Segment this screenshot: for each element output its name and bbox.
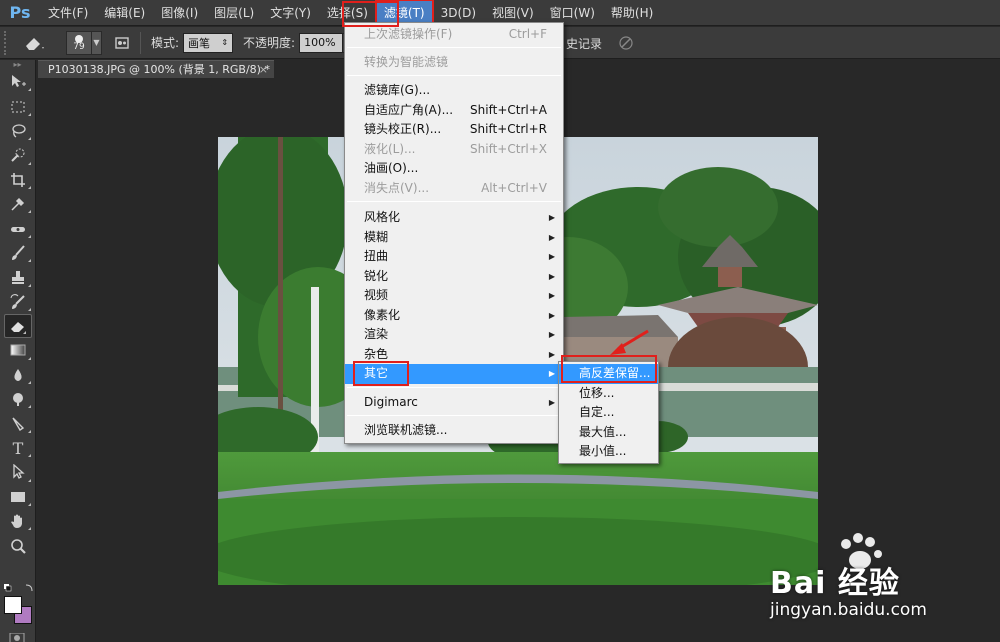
minimum-item[interactable]: 最小值... xyxy=(559,442,658,462)
opacity-label: 不透明度: xyxy=(243,36,296,50)
maximum-item[interactable]: 最大值... xyxy=(559,423,658,443)
opacity-value: 100% xyxy=(304,36,336,49)
toolbar-collapse-icon[interactable]: ▸▸ xyxy=(0,60,35,70)
noise-item[interactable]: 杂色 ▶ xyxy=(345,345,563,365)
quick-mask-icon[interactable] xyxy=(8,632,28,642)
lens-correction-item[interactable]: 镜头校正(R)... Shift+Ctrl+R xyxy=(345,120,563,140)
watermark-brand: Bai 经验 xyxy=(770,566,900,601)
oil-paint-item[interactable]: 油画(O)... xyxy=(345,159,563,179)
pen-tool-icon[interactable] xyxy=(0,411,36,435)
other-submenu: 高反差保留... 位移... 自定... 最大值... 最小值... xyxy=(558,361,659,464)
brush-tool-icon[interactable] xyxy=(0,241,36,265)
menu-separator xyxy=(347,387,561,388)
video-item[interactable]: 视频 ▶ xyxy=(345,286,563,306)
move-tool-icon[interactable] xyxy=(0,70,36,94)
type-tool-icon[interactable]: T xyxy=(0,436,36,460)
eraser-tool-icon[interactable] xyxy=(4,313,32,339)
vanishing-point-item[interactable]: 消失点(V)... Alt+Ctrl+V xyxy=(345,179,563,199)
blur-tool-icon[interactable] xyxy=(0,363,36,387)
blur-item[interactable]: 模糊 ▶ xyxy=(345,228,563,248)
last-filter-item[interactable]: 上次滤镜操作(F) Ctrl+F xyxy=(345,25,563,45)
options-divider xyxy=(140,31,141,54)
gradient-tool-icon[interactable] xyxy=(0,338,36,362)
zoom-tool-icon[interactable] xyxy=(0,533,36,557)
render-item[interactable]: 渲染 ▶ xyxy=(345,325,563,345)
filter-gallery-item[interactable]: 滤镜库(G)... xyxy=(345,81,563,101)
opacity-input[interactable]: 100% xyxy=(299,32,344,53)
brush-dropdown-arrow[interactable]: ▼ xyxy=(92,30,102,55)
eraser-preset-icon[interactable] xyxy=(14,31,54,55)
submenu-arrow-icon: ▶ xyxy=(548,330,555,339)
distort-item[interactable]: 扭曲 ▶ xyxy=(345,247,563,267)
brush-tip-icon xyxy=(75,34,83,43)
mode-value: 画笔 xyxy=(188,36,211,50)
erase-to-history-label[interactable]: 史记录 xyxy=(566,35,602,52)
menu-file[interactable]: 文件(F) xyxy=(40,0,96,26)
submenu-arrow-icon: ▶ xyxy=(548,350,555,359)
menu-help[interactable]: 帮助(H) xyxy=(603,0,661,26)
crop-tool-icon[interactable] xyxy=(0,168,36,192)
liquify-item[interactable]: 液化(L)... Shift+Ctrl+X xyxy=(345,140,563,160)
history-brush-tool-icon[interactable] xyxy=(0,290,36,314)
pixelate-item[interactable]: 像素化 ▶ xyxy=(345,306,563,326)
document-tab-title: P1030138.JPG @ 100% (背景 1, RGB/8) * xyxy=(48,63,270,76)
mode-select[interactable]: 画笔 ⇕ xyxy=(183,32,234,53)
stylize-item[interactable]: 风格化 ▶ xyxy=(345,208,563,228)
eyedropper-tool-icon[interactable] xyxy=(0,192,36,216)
mode-label: 模式: xyxy=(151,36,180,50)
digimarc-item[interactable]: Digimarc ▶ xyxy=(345,393,563,413)
marquee-tool-icon[interactable] xyxy=(0,94,36,118)
submenu-arrow-icon: ▶ xyxy=(548,369,555,378)
submenu-arrow-icon: ▶ xyxy=(548,213,555,222)
document-tab[interactable]: P1030138.JPG @ 100% (背景 1, RGB/8) * × xyxy=(38,60,274,78)
menu-separator xyxy=(347,75,561,76)
tools-panel: ▸▸ T xyxy=(0,60,36,642)
dodge-tool-icon[interactable] xyxy=(0,387,36,411)
menu-layer[interactable]: 图层(L) xyxy=(206,0,262,26)
menu-type[interactable]: 文字(Y) xyxy=(262,0,319,26)
brush-panel-icon[interactable] xyxy=(110,31,134,55)
submenu-arrow-icon: ▶ xyxy=(548,233,555,242)
default-colors-icon[interactable] xyxy=(2,582,36,596)
watermark-url: jingyan.baidu.com xyxy=(770,600,927,620)
submenu-arrow-icon: ▶ xyxy=(548,311,555,320)
hand-tool-icon[interactable] xyxy=(0,509,36,533)
pressure-icon[interactable] xyxy=(614,31,638,55)
high-pass-item[interactable]: 高反差保留... xyxy=(559,364,658,384)
menu-edit[interactable]: 编辑(E) xyxy=(96,0,153,26)
menu-separator xyxy=(347,47,561,48)
quick-selection-tool-icon[interactable] xyxy=(0,143,36,167)
offset-item[interactable]: 位移... xyxy=(559,384,658,404)
convert-smart-filter-item[interactable]: 转换为智能滤镜 xyxy=(345,53,563,73)
annotation-arrow-icon xyxy=(610,329,649,355)
menu-image[interactable]: 图像(I) xyxy=(153,0,206,26)
spot-healing-tool-icon[interactable] xyxy=(0,216,36,240)
sharpen-item[interactable]: 锐化 ▶ xyxy=(345,267,563,287)
submenu-arrow-icon: ▶ xyxy=(548,398,555,407)
color-swatches[interactable] xyxy=(4,596,34,626)
custom-item[interactable]: 自定... xyxy=(559,403,658,423)
lasso-tool-icon[interactable] xyxy=(0,119,36,143)
other-item[interactable]: 其它 ▶ xyxy=(345,364,563,384)
menu-separator xyxy=(347,415,561,416)
close-tab-icon[interactable]: × xyxy=(259,61,268,79)
rectangle-tool-icon[interactable] xyxy=(0,485,36,509)
adaptive-wide-angle-item[interactable]: 自适应广角(A)... Shift+Ctrl+A xyxy=(345,101,563,121)
foreground-color-swatch[interactable] xyxy=(4,596,22,614)
filter-menu: 上次滤镜操作(F) Ctrl+F 转换为智能滤镜 滤镜库(G)... 自适应广角(… xyxy=(344,22,564,444)
menu-separator xyxy=(347,201,561,202)
browse-online-filters-item[interactable]: 浏览联机滤镜... xyxy=(345,421,563,441)
submenu-arrow-icon: ▶ xyxy=(548,272,555,281)
submenu-arrow-icon: ▶ xyxy=(548,291,555,300)
photoshop-logo: Ps xyxy=(9,3,31,22)
clone-stamp-tool-icon[interactable] xyxy=(0,265,36,289)
submenu-arrow-icon: ▶ xyxy=(548,252,555,261)
options-grip[interactable] xyxy=(4,30,14,55)
path-selection-tool-icon[interactable] xyxy=(0,460,36,484)
select-arrows-icon: ⇕ xyxy=(221,38,229,47)
brush-size-picker[interactable]: 79 xyxy=(66,30,92,55)
brush-size-value: 79 xyxy=(73,41,85,52)
